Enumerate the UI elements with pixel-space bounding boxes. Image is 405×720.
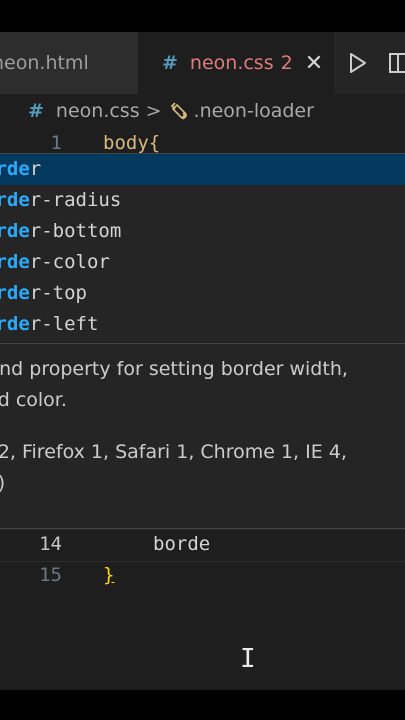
css-file-icon: # <box>28 100 44 122</box>
split-editor-icon[interactable] <box>388 52 405 74</box>
suggestion-item[interactable]: order-bottom <box>0 216 405 247</box>
tab-bar: neon.html # neon.css 2 ✕ <box>0 32 405 94</box>
line-text: } <box>103 564 115 586</box>
suggestion-item[interactable]: order <box>0 154 405 185</box>
problem-count-badge: 2 <box>280 52 293 74</box>
tab-neon-css[interactable]: # neon.css 2 ✕ <box>138 32 334 94</box>
suggestion-rest: r-left <box>29 313 99 335</box>
suggestion-item[interactable]: order-top <box>0 278 405 309</box>
suggestion-match: orde <box>0 220 30 242</box>
tab-neon-html[interactable]: neon.html <box>0 32 138 94</box>
suggestion-details: thand property for setting border width,… <box>0 343 405 529</box>
css-rule-icon <box>170 102 187 120</box>
suggestion-rest: r-radius <box>29 189 122 211</box>
css-file-icon: # <box>162 52 178 74</box>
suggestion-item[interactable]: order-radius <box>0 185 405 216</box>
suggestion-rest: r-bottom <box>29 220 122 242</box>
breadcrumb-separator: > <box>145 100 162 122</box>
line-number: 14 <box>39 533 62 555</box>
suggestion-match: orde <box>0 282 30 304</box>
details-description-line: thand property for setting border width, <box>0 358 348 380</box>
suggestion-rest: r-color <box>29 251 110 273</box>
suggestion-match: orde <box>0 251 30 273</box>
suggestion-match: orde <box>0 158 30 180</box>
breadcrumb: # neon.css > .neon-loader <box>0 94 405 128</box>
editor-window: neon.html # neon.css 2 ✕ # neon.css > .n… <box>0 32 405 690</box>
text-cursor-icon: I <box>240 644 256 674</box>
run-icon[interactable] <box>348 52 368 74</box>
breadcrumb-file[interactable]: neon.css <box>56 100 140 122</box>
suggest-widget: order order-radius order-bottom order-co… <box>0 153 405 342</box>
suggestion-rest: r <box>29 158 42 180</box>
code-line-15[interactable]: 15 } <box>0 560 405 591</box>
line-text: borde <box>153 533 211 555</box>
suggestion-rest: r-top <box>29 282 87 304</box>
tab-label: neon.html <box>0 52 89 74</box>
tab-label: neon.css <box>189 52 274 74</box>
suggestion-match: orde <box>0 313 30 335</box>
suggestion-item[interactable]: order-left <box>0 309 405 340</box>
code-line-14[interactable]: 14 borde <box>0 529 405 560</box>
breadcrumb-symbol[interactable]: .neon-loader <box>194 100 314 122</box>
details-compat-line: a 3) <box>0 468 347 499</box>
suggestion-item[interactable]: order-color <box>0 247 405 278</box>
details-description-line: and color. <box>0 389 67 411</box>
line-number: 15 <box>39 564 62 586</box>
details-compat-line: e 12, Firefox 1, Safari 1, Chrome 1, IE … <box>0 441 347 463</box>
suggestion-match: orde <box>0 189 30 211</box>
close-icon[interactable]: ✕ <box>305 51 323 76</box>
